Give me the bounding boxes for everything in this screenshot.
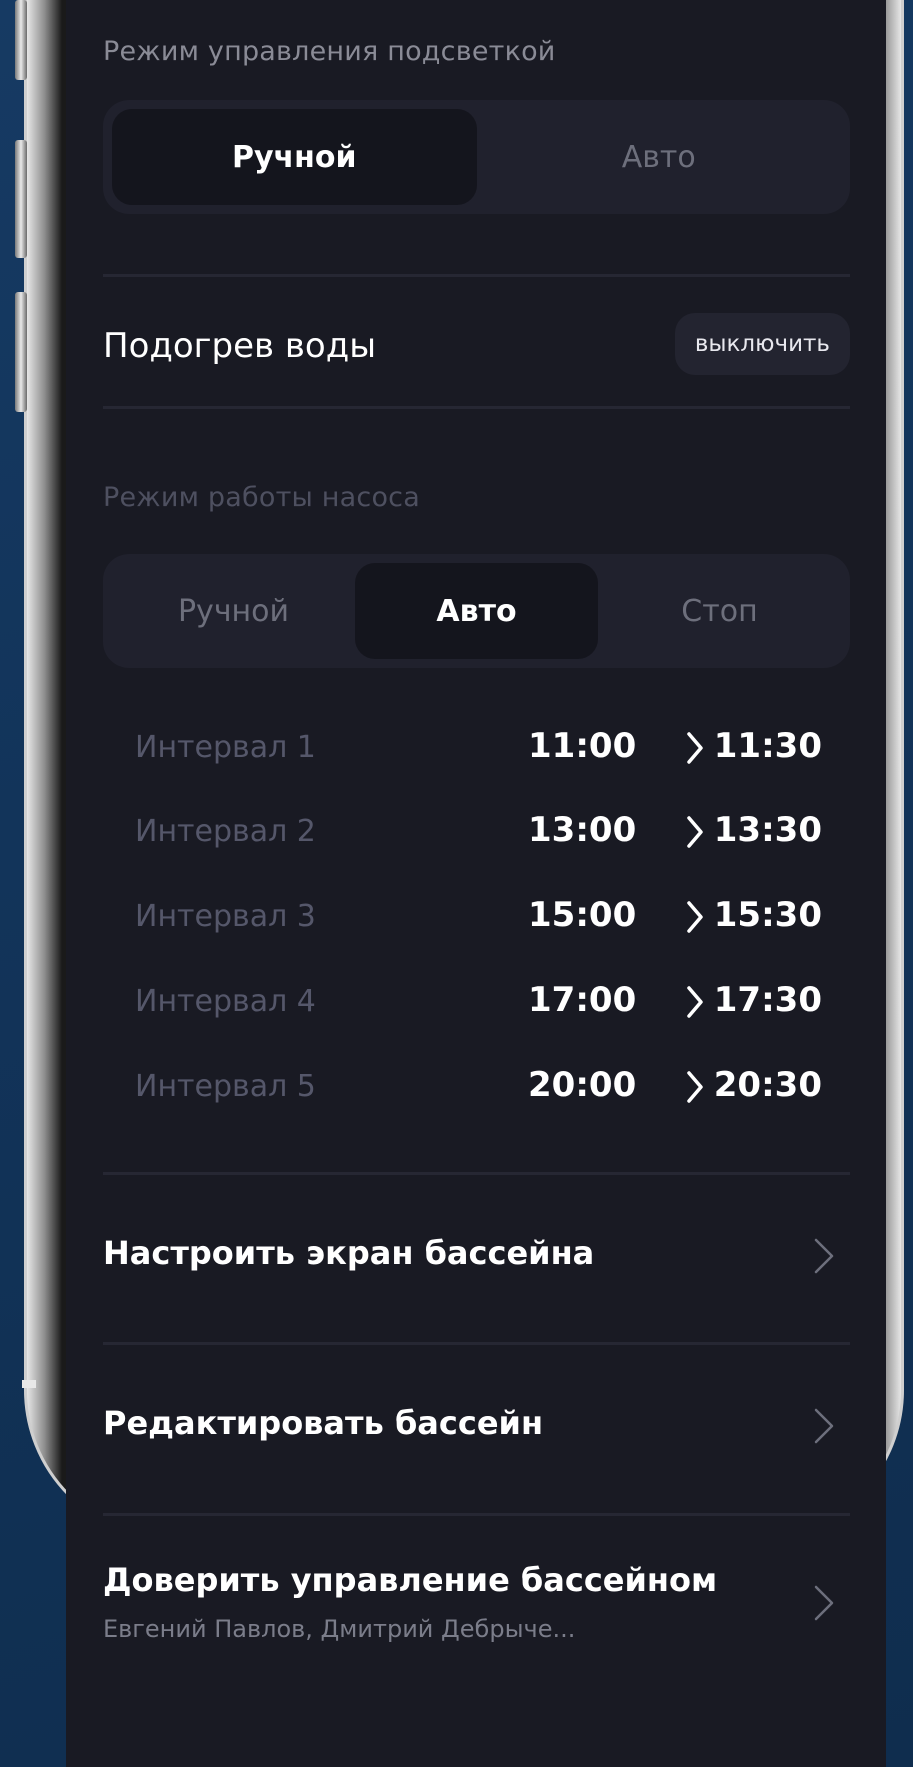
configure-pool-screen-label: Настроить экран бассейна bbox=[103, 1234, 595, 1272]
water-heating-title: Подогрев воды bbox=[103, 326, 377, 366]
interval-start-time: 20:00 bbox=[528, 1065, 637, 1105]
interval-start-time: 17:00 bbox=[528, 980, 637, 1020]
interval-label: Интервал 4 bbox=[135, 984, 316, 1019]
divider bbox=[103, 406, 850, 409]
interval-start-time: 15:00 bbox=[528, 895, 637, 935]
chevron-right-icon bbox=[687, 732, 703, 764]
interval-row[interactable]: Интервал 2 13:00 13:30 bbox=[135, 806, 822, 856]
interval-start-time: 13:00 bbox=[528, 810, 637, 850]
delegate-users-subtitle: Евгений Павлов, Дмитрий Дебрыче... bbox=[103, 1615, 576, 1643]
interval-row[interactable]: Интервал 3 15:00 15:30 bbox=[135, 891, 822, 941]
chevron-right-icon bbox=[814, 1238, 834, 1274]
interval-label: Интервал 3 bbox=[135, 899, 316, 934]
pump-mode-manual-option[interactable]: Ручной bbox=[112, 563, 355, 659]
interval-label: Интервал 1 bbox=[135, 730, 316, 765]
divider bbox=[103, 1342, 850, 1345]
turn-off-heating-button[interactable]: выключить bbox=[674, 313, 850, 375]
divider bbox=[103, 1513, 850, 1516]
delegate-pool-control-row[interactable]: Доверить управление бассейном Евгений Па… bbox=[103, 1527, 850, 1677]
edit-pool-row[interactable]: Редактировать бассейн bbox=[103, 1356, 850, 1496]
pump-mode-stop-option[interactable]: Стоп bbox=[598, 563, 841, 659]
divider bbox=[103, 1172, 850, 1175]
lighting-mode-manual-option[interactable]: Ручной bbox=[112, 109, 477, 205]
interval-label: Интервал 2 bbox=[135, 814, 316, 849]
pump-mode-label: Режим работы насоса bbox=[103, 482, 420, 513]
pump-mode-segmented-control: Ручной Авто Стоп bbox=[103, 554, 850, 668]
chevron-right-icon bbox=[814, 1585, 834, 1621]
chevron-right-icon bbox=[687, 1071, 703, 1103]
interval-row[interactable]: Интервал 1 11:00 11:30 bbox=[135, 722, 822, 772]
chevron-right-icon bbox=[687, 901, 703, 933]
lighting-mode-label: Режим управления подсветкой bbox=[103, 36, 556, 67]
pump-mode-auto-option[interactable]: Авто bbox=[355, 563, 598, 659]
lighting-mode-segmented-control: Ручной Авто bbox=[103, 100, 850, 214]
chevron-right-icon bbox=[687, 816, 703, 848]
chevron-right-icon bbox=[814, 1408, 834, 1444]
app-screen bbox=[66, 0, 886, 1767]
lighting-mode-auto-option[interactable]: Авто bbox=[477, 109, 842, 205]
delegate-pool-control-label: Доверить управление бассейном bbox=[103, 1561, 718, 1599]
interval-row[interactable]: Интервал 5 20:00 20:30 bbox=[135, 1061, 822, 1111]
interval-end-time: 15:30 bbox=[713, 895, 822, 935]
volume-down-button bbox=[15, 292, 27, 412]
divider bbox=[103, 274, 850, 277]
interval-row[interactable]: Интервал 4 17:00 17:30 bbox=[135, 976, 822, 1026]
action-button bbox=[15, 0, 27, 80]
chevron-right-icon bbox=[687, 986, 703, 1018]
interval-end-time: 17:30 bbox=[713, 980, 822, 1020]
configure-pool-screen-row[interactable]: Настроить экран бассейна bbox=[103, 1186, 850, 1326]
interval-end-time: 11:30 bbox=[713, 726, 822, 766]
interval-end-time: 13:30 bbox=[713, 810, 822, 850]
volume-up-button bbox=[15, 140, 27, 258]
interval-end-time: 20:30 bbox=[713, 1065, 822, 1105]
interval-label: Интервал 5 bbox=[135, 1069, 316, 1104]
edit-pool-label: Редактировать бассейн bbox=[103, 1404, 544, 1442]
interval-start-time: 11:00 bbox=[528, 726, 637, 766]
antenna-band bbox=[22, 1380, 36, 1388]
